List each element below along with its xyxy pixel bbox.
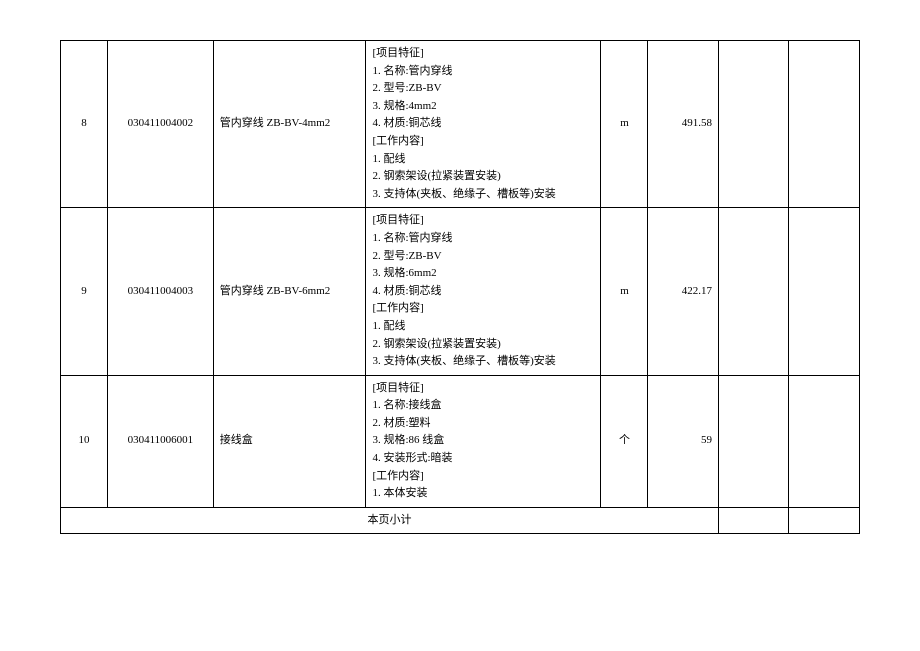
cell-unit: m <box>601 41 648 208</box>
cell-empty <box>789 41 860 208</box>
cell-empty <box>789 375 860 507</box>
cell-seq: 10 <box>61 375 108 507</box>
cell-code: 030411004003 <box>108 208 214 375</box>
subtotal-row: 本页小计 <box>61 507 860 534</box>
table-row: 10 030411006001 接线盒 [项目特征] 1. 名称:接线盒 2. … <box>61 375 860 507</box>
cell-empty <box>789 208 860 375</box>
cell-seq: 8 <box>61 41 108 208</box>
table-row: 9 030411004003 管内穿线 ZB-BV-6mm2 [项目特征] 1.… <box>61 208 860 375</box>
table-row: 8 030411004002 管内穿线 ZB-BV-4mm2 [项目特征] 1.… <box>61 41 860 208</box>
cell-code: 030411004002 <box>108 41 214 208</box>
subtotal-label: 本页小计 <box>61 507 719 534</box>
cell-empty <box>718 375 789 507</box>
cell-empty <box>718 208 789 375</box>
cell-spec: [项目特征] 1. 名称:接线盒 2. 材质:塑料 3. 规格:86 线盒 4.… <box>366 375 601 507</box>
cell-qty: 59 <box>648 375 719 507</box>
cell-spec: [项目特征] 1. 名称:管内穿线 2. 型号:ZB-BV 3. 规格:6mm2… <box>366 208 601 375</box>
cell-name: 接线盒 <box>213 375 366 507</box>
cell-empty <box>789 507 860 534</box>
cell-unit: m <box>601 208 648 375</box>
cell-name: 管内穿线 ZB-BV-4mm2 <box>213 41 366 208</box>
cell-empty <box>718 41 789 208</box>
cell-qty: 422.17 <box>648 208 719 375</box>
cell-spec: [项目特征] 1. 名称:管内穿线 2. 型号:ZB-BV 3. 规格:4mm2… <box>366 41 601 208</box>
cell-name: 管内穿线 ZB-BV-6mm2 <box>213 208 366 375</box>
cell-unit: 个 <box>601 375 648 507</box>
cell-qty: 491.58 <box>648 41 719 208</box>
cell-code: 030411006001 <box>108 375 214 507</box>
cell-seq: 9 <box>61 208 108 375</box>
bill-table: 8 030411004002 管内穿线 ZB-BV-4mm2 [项目特征] 1.… <box>60 40 860 534</box>
cell-empty <box>718 507 789 534</box>
